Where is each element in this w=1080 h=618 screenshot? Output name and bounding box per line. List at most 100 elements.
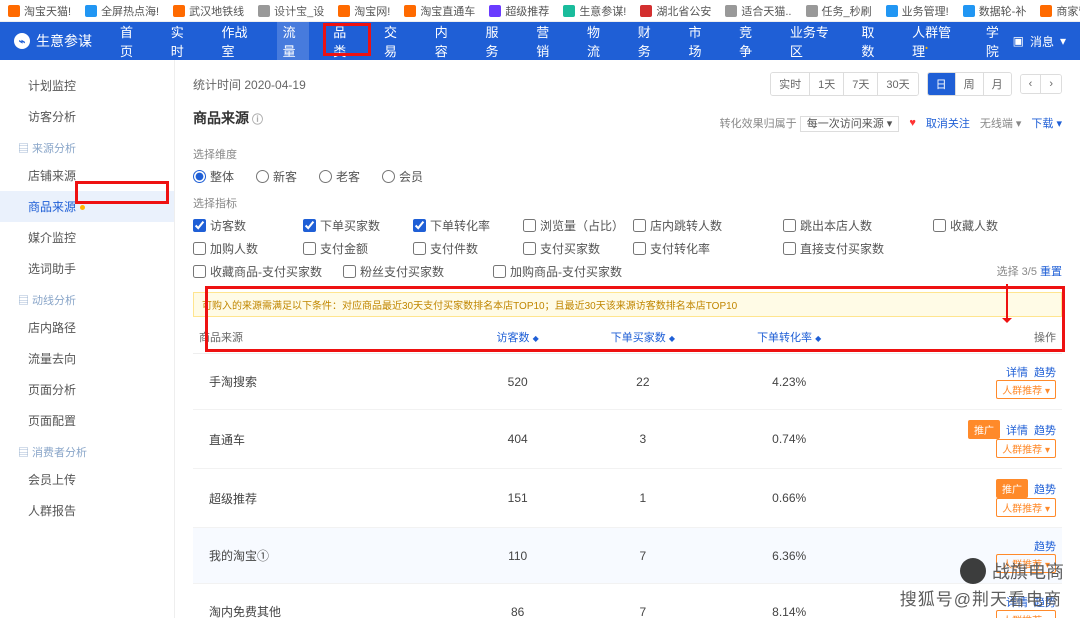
bookmark[interactable]: 淘宝天猫! — [8, 3, 71, 19]
rate-cell: 0.66% — [716, 469, 862, 528]
sidebar-item[interactable]: 店内路径 — [0, 312, 174, 343]
src-cell: 直通车 — [193, 410, 466, 469]
metric-check[interactable]: 下单买家数 — [303, 217, 413, 234]
op-link[interactable]: 趋势 — [1034, 425, 1056, 437]
unfav-link[interactable]: 取消关注 — [926, 115, 970, 131]
ops-cell: 推广趋势人群推荐 ▾ — [862, 469, 1062, 528]
top-right[interactable]: ▣ 消息 ▾ — [1013, 33, 1066, 50]
rate-cell: 8.14% — [716, 584, 862, 618]
src-cell: 我的淘宝① — [193, 528, 466, 584]
sidebar-item[interactable]: 计划监控 — [0, 70, 174, 101]
metric-check[interactable]: 店内跳转人数 — [633, 217, 783, 234]
metric-check[interactable]: 下单转化率 — [413, 217, 523, 234]
app-title: 生意参谋 — [36, 31, 92, 51]
ops-cell: 详情趋势人群推荐 ▾ — [862, 354, 1062, 410]
top-nav: ⌁ 生意参谋 首页实时作战室流量品类交易内容服务营销物流财务市场竞争业务专区取数… — [0, 22, 1080, 60]
table-row: 超级推荐 151 1 0.66% 推广趋势人群推荐 ▾ — [193, 469, 1062, 528]
watermark-bottom: 搜狐号@荆天看电商 — [900, 585, 1062, 610]
conv-select[interactable]: 每一次访问来源 ▾ — [800, 116, 900, 132]
sidebar-item[interactable]: 媒介监控 — [0, 222, 174, 253]
watermark-top: 战旗电商 — [960, 558, 1064, 584]
highlight-box-nav — [323, 23, 371, 56]
crowd-button[interactable]: 人群推荐 ▾ — [996, 610, 1056, 618]
promo-button[interactable]: 推广 — [968, 420, 1000, 439]
sidebar-item[interactable]: 流量去向 — [0, 343, 174, 374]
table-row: 直通车 404 3 0.74% 推广详情趋势人群推荐 ▾ — [193, 410, 1062, 469]
metric-check[interactable]: 访客数 — [193, 217, 303, 234]
metric-check[interactable]: 支付买家数 — [523, 240, 633, 257]
metric-check[interactable]: 粉丝支付买家数 — [343, 263, 493, 280]
rate-cell: 6.36% — [716, 528, 862, 584]
metric-check[interactable]: 加购商品-支付买家数 — [493, 263, 643, 280]
pager[interactable]: ‹› — [1020, 74, 1062, 94]
crowd-button[interactable]: 人群推荐 ▾ — [996, 439, 1056, 458]
sidebar-group: ▤ 动线分析 — [0, 284, 174, 312]
sidebar-item[interactable]: 会员上传 — [0, 464, 174, 495]
stat-time: 统计时间 2020-04-19 — [193, 76, 306, 93]
dim-radios[interactable]: 整体 新客 老客 会员 — [193, 168, 1062, 185]
buyers-cell: 3 — [570, 410, 716, 469]
sidebar-item[interactable]: 页面配置 — [0, 405, 174, 436]
visitors-cell: 110 — [466, 528, 570, 584]
src-cell: 淘内免费其他 — [193, 584, 466, 618]
op-link[interactable]: 趋势 — [1034, 541, 1056, 553]
period-seg[interactable]: 日周月 — [927, 72, 1012, 96]
sidebar-group: ▤ 来源分析 — [0, 132, 174, 160]
op-link[interactable]: 趋势 — [1034, 484, 1056, 496]
sidebar-item[interactable]: 访客分析 — [0, 101, 174, 132]
dim-radio[interactable]: 老客 — [319, 168, 360, 185]
buyers-cell: 7 — [570, 584, 716, 618]
nav-item[interactable]: 首页 — [114, 12, 147, 70]
metric-check[interactable]: 收藏商品-支付买家数 — [193, 263, 343, 280]
highlight-arrow — [1006, 284, 1008, 322]
metric-checks[interactable]: 访客数下单买家数下单转化率浏览量（占比）店内跳转人数跳出本店人数收藏人数加购人数… — [193, 217, 1062, 286]
crowd-button[interactable]: 人群推荐 ▾ — [996, 498, 1056, 517]
metric-check[interactable]: 直接支付买家数 — [783, 240, 933, 257]
src-cell: 超级推荐 — [193, 469, 466, 528]
bookmark[interactable]: 商家营销中 — [1040, 3, 1080, 19]
buyers-cell: 22 — [570, 354, 716, 410]
sidebar-item[interactable]: 选词助手 — [0, 253, 174, 284]
dim-label: 选择维度 — [193, 146, 1062, 162]
buyers-cell: 1 — [570, 469, 716, 528]
app-logo: ⌁ 生意参谋 — [14, 31, 92, 51]
metric-check[interactable]: 支付转化率 — [633, 240, 783, 257]
op-link[interactable]: 详情 — [1006, 367, 1028, 379]
metric-check[interactable]: 收藏人数 — [933, 217, 1043, 234]
visitors-cell: 520 — [466, 354, 570, 410]
promo-button[interactable]: 推广 — [996, 479, 1028, 498]
sidebar-group: ▤ 消费者分析 — [0, 436, 174, 464]
src-cell: 手淘搜索 — [193, 354, 466, 410]
ops-cell: 推广详情趋势人群推荐 ▾ — [862, 410, 1062, 469]
visitors-cell: 404 — [466, 410, 570, 469]
section-title: 商品来源ⓘ — [193, 108, 263, 128]
metric-check[interactable]: 跳出本店人数 — [783, 217, 933, 234]
visitors-cell: 86 — [466, 584, 570, 618]
highlight-box-sidebar — [75, 181, 169, 204]
highlight-box-row — [205, 286, 1065, 352]
time-range-seg[interactable]: 实时1天7天30天 — [770, 72, 919, 96]
sidebar-item[interactable]: 页面分析 — [0, 374, 174, 405]
op-link[interactable]: 详情 — [1006, 425, 1028, 437]
metric-check[interactable]: 加购人数 — [193, 240, 303, 257]
sidebar-item[interactable]: 人群报告 — [0, 495, 174, 526]
download-link[interactable]: 下载 ▾ — [1031, 115, 1062, 131]
metric-check[interactable]: 支付金额 — [303, 240, 413, 257]
table-row: 手淘搜索 520 22 4.23% 详情趋势人群推荐 ▾ — [193, 354, 1062, 410]
dim-radio[interactable]: 新客 — [256, 168, 297, 185]
visitors-cell: 151 — [466, 469, 570, 528]
rate-cell: 4.23% — [716, 354, 862, 410]
metric-check[interactable]: 浏览量（占比） — [523, 217, 633, 234]
dim-radio[interactable]: 整体 — [193, 168, 234, 185]
wifi-label[interactable]: 无线端 ▾ — [980, 115, 1022, 131]
metric-check[interactable]: 支付件数 — [413, 240, 523, 257]
crowd-button[interactable]: 人群推荐 ▾ — [996, 380, 1056, 399]
conv-meta: 转化效果归属于 每一次访问来源 ▾ ♥ 取消关注 无线端 ▾ 下载 ▾ — [720, 115, 1062, 131]
source-table: 商品来源访客数 ◆下单买家数 ◆下单转化率 ◆操作 手淘搜索 520 22 4.… — [193, 321, 1062, 618]
metric-label: 选择指标 — [193, 195, 1062, 211]
logo-icon: ⌁ — [14, 33, 30, 49]
dim-radio[interactable]: 会员 — [382, 168, 423, 185]
op-link[interactable]: 趋势 — [1034, 367, 1056, 379]
rate-cell: 0.74% — [716, 410, 862, 469]
heart-icon[interactable]: ♥ — [909, 117, 916, 129]
